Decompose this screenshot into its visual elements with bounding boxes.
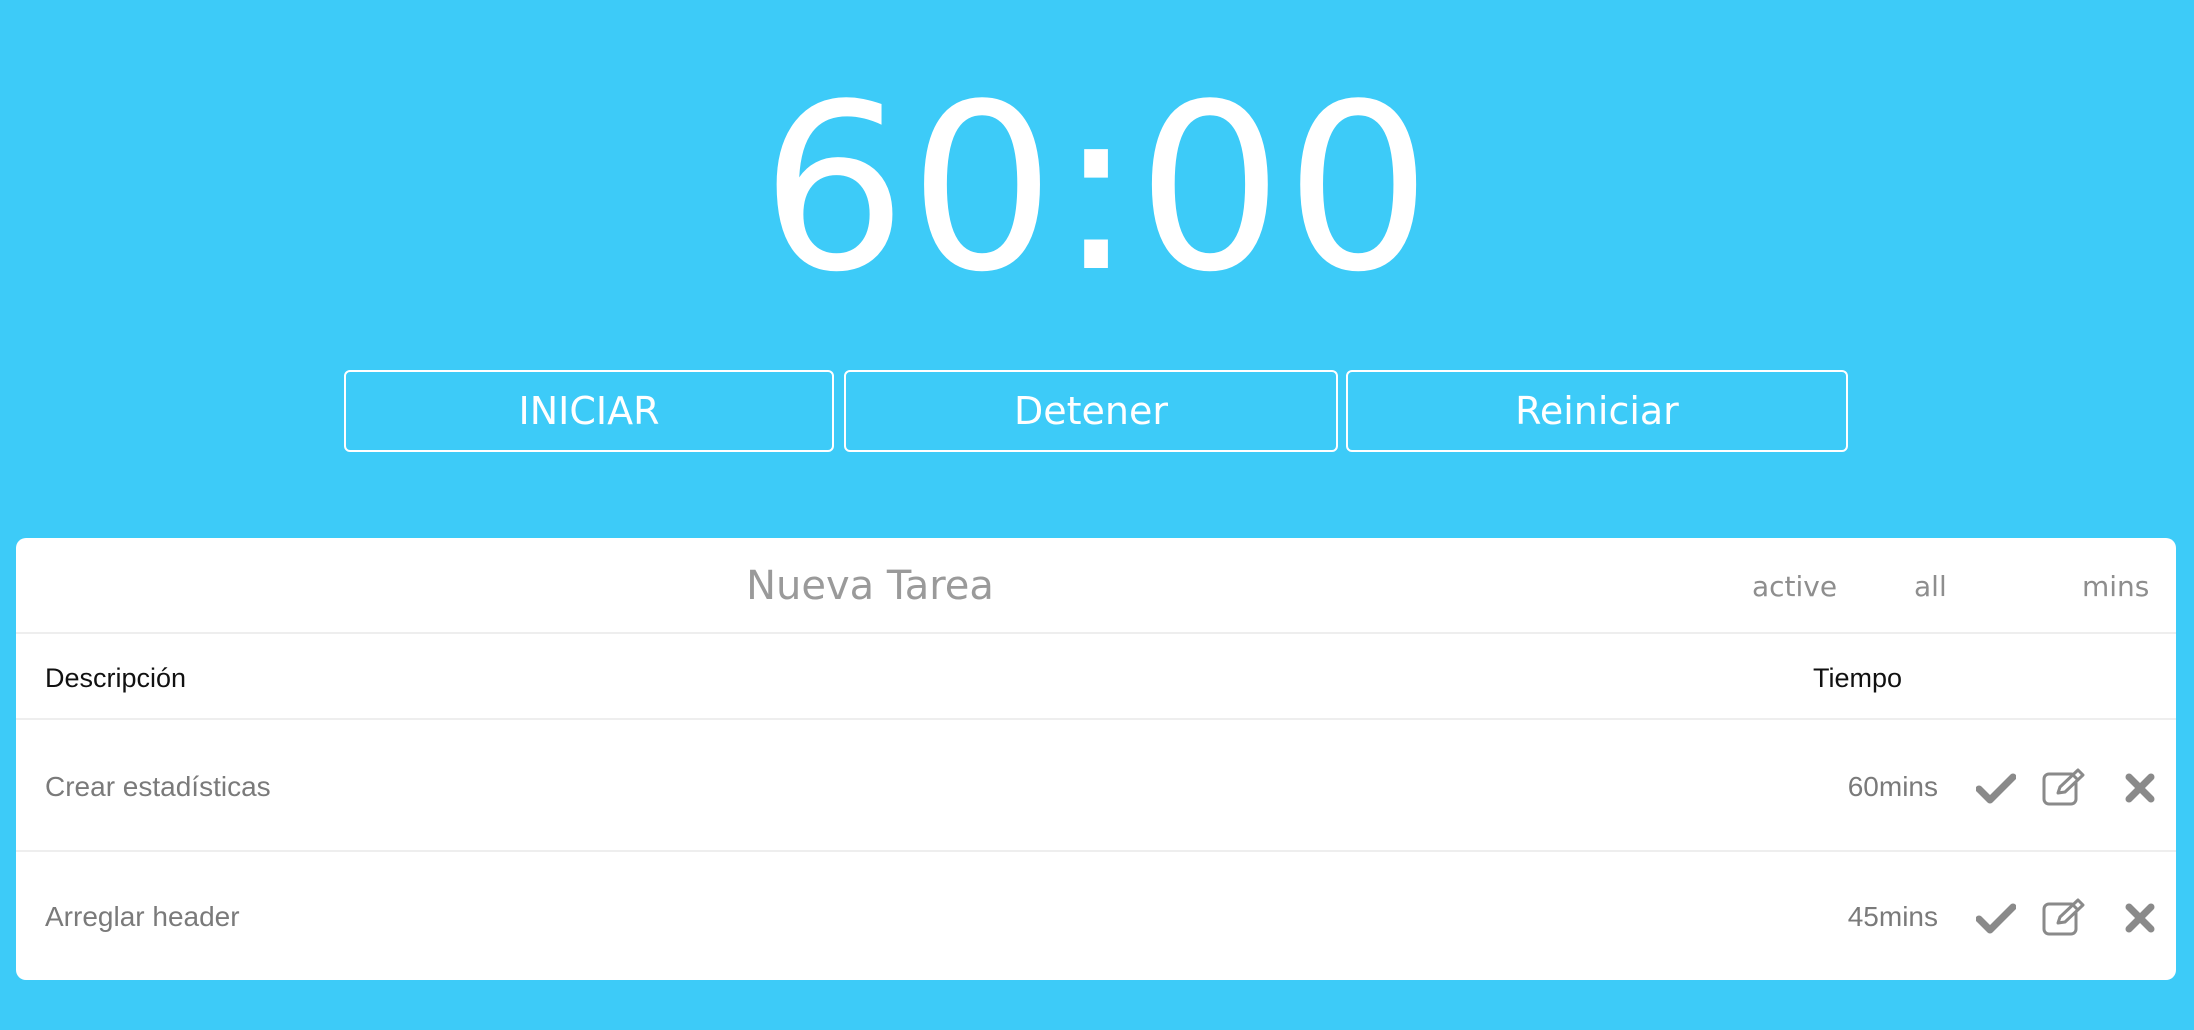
tasks-panel-header: Nueva Tarea active all mins [16, 538, 2176, 634]
edit-icon[interactable] [2042, 896, 2086, 940]
column-header-description: Descripción [45, 662, 187, 693]
task-description: Crear estadísticas [45, 771, 271, 802]
task-time: 60mins [1847, 771, 1938, 802]
check-icon[interactable] [1974, 896, 2018, 940]
task-time: 45mins [1847, 901, 1938, 932]
check-icon[interactable] [1974, 766, 2018, 810]
table-row: Arreglar header 45mins [16, 852, 2176, 980]
start-button[interactable]: INICIAR [344, 370, 834, 452]
delete-icon[interactable] [2118, 766, 2162, 810]
new-task-input[interactable]: Nueva Tarea [16, 538, 1724, 634]
stop-button[interactable]: Detener [844, 370, 1338, 452]
edit-icon[interactable] [2042, 766, 2086, 810]
filter-mins[interactable]: mins [2082, 538, 2149, 634]
column-header-time: Tiempo [1813, 662, 1903, 693]
table-row: Crear estadísticas 60mins [16, 722, 2176, 852]
filter-all[interactable]: all [1914, 538, 1947, 634]
filter-active[interactable]: active [1752, 538, 1837, 634]
table-header: Descripción Tiempo [16, 636, 2176, 720]
timer-display: 60:00 [760, 56, 1434, 323]
delete-icon[interactable] [2118, 896, 2162, 940]
reset-button[interactable]: Reiniciar [1346, 370, 1848, 452]
task-description: Arreglar header [45, 901, 240, 932]
tasks-panel: Nueva Tarea active all mins Descripción … [16, 538, 2176, 980]
timer-controls: INICIAR Detener Reiniciar [344, 370, 1848, 452]
